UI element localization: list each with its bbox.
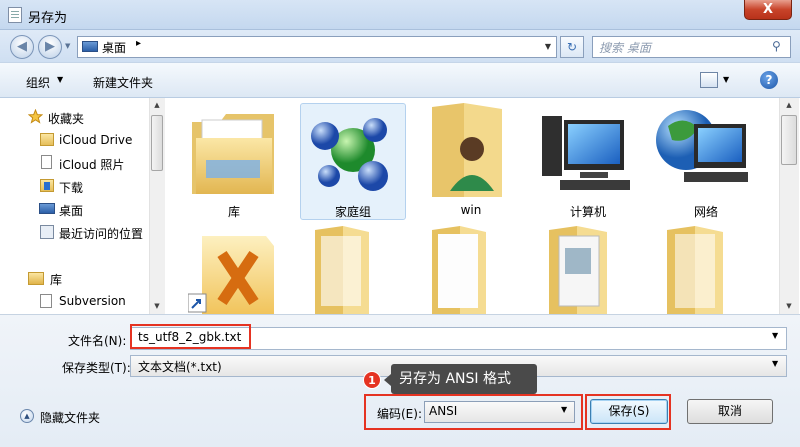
close-button[interactable]: X bbox=[744, 0, 792, 20]
change-view-icon[interactable] bbox=[700, 72, 718, 88]
tile-label: win bbox=[460, 203, 482, 217]
sidebar-item-recent-places[interactable]: 最近访问的位置 bbox=[59, 225, 143, 242]
library-folder-icon[interactable] bbox=[190, 108, 276, 196]
tile-label: 计算机 bbox=[569, 205, 606, 219]
notepad-icon bbox=[8, 7, 22, 23]
sidebar-item-downloads[interactable]: 下载 bbox=[59, 179, 83, 196]
desktop-icon bbox=[39, 203, 55, 214]
window-title: 另存为 bbox=[28, 11, 68, 26]
folder-icon bbox=[40, 133, 54, 146]
filetype-dropdown-icon[interactable]: ▼ bbox=[772, 359, 778, 368]
download-arrow-icon bbox=[44, 182, 50, 190]
annotation-number-badge: 1 bbox=[363, 371, 381, 389]
chevron-down-icon[interactable]: ▼ bbox=[57, 75, 63, 84]
tile-label: 库 bbox=[227, 205, 240, 219]
encoding-dropdown-icon[interactable]: ▼ bbox=[561, 405, 567, 414]
homegroup-icon[interactable] bbox=[305, 110, 395, 195]
folder-icon[interactable] bbox=[430, 226, 488, 314]
refresh-icon: ↻ bbox=[566, 40, 578, 54]
subversion-icon bbox=[40, 294, 52, 308]
new-folder-button[interactable]: 新建文件夹 bbox=[93, 74, 153, 91]
address-breadcrumb-desktop[interactable]: 桌面 bbox=[102, 39, 126, 56]
scroll-up-icon[interactable]: ▲ bbox=[781, 101, 797, 109]
sidebar-item-desktop[interactable]: 桌面 bbox=[59, 202, 83, 219]
scroll-down-icon[interactable]: ▼ bbox=[149, 302, 165, 310]
back-arrow-icon: ◀ bbox=[17, 39, 27, 54]
scroll-down-icon[interactable]: ▼ bbox=[781, 302, 797, 310]
filename-dropdown-icon[interactable]: ▼ bbox=[772, 331, 778, 340]
document-icon bbox=[41, 155, 52, 169]
library-icon bbox=[28, 272, 44, 285]
sidebar-item-favorites[interactable]: 收藏夹 bbox=[48, 110, 84, 127]
recent-pages-dropdown[interactable]: ▼ bbox=[65, 42, 70, 50]
filename-label: 文件名(N): bbox=[68, 334, 127, 348]
sidebar-item-icloud-photos[interactable]: iCloud 照片 bbox=[59, 156, 124, 173]
address-bar[interactable] bbox=[77, 36, 557, 58]
user-folder-icon[interactable] bbox=[428, 103, 508, 198]
help-icon[interactable]: ? bbox=[760, 71, 778, 89]
back-button[interactable]: ◀ bbox=[10, 35, 34, 59]
filename-highlight-box bbox=[130, 324, 251, 349]
tile-label: 网络 bbox=[693, 205, 718, 219]
forward-arrow-icon: ▶ bbox=[45, 39, 55, 54]
network-icon[interactable] bbox=[654, 104, 749, 196]
title-bar bbox=[0, 0, 800, 30]
forward-button[interactable]: ▶ bbox=[38, 35, 62, 59]
filetype-label: 保存类型(T): bbox=[62, 361, 131, 375]
search-icon[interactable]: ⚲ bbox=[772, 39, 786, 53]
refresh-button[interactable]: ↻ bbox=[560, 36, 584, 58]
folder-icon[interactable] bbox=[313, 226, 371, 314]
sidebar-item-libraries[interactable]: 库 bbox=[50, 271, 62, 288]
cancel-button[interactable]: 取消 bbox=[687, 399, 773, 424]
scroll-up-icon[interactable]: ▲ bbox=[149, 101, 165, 109]
computer-icon[interactable] bbox=[540, 112, 632, 197]
content-scrollbar-thumb[interactable] bbox=[781, 115, 797, 165]
encoding-value[interactable]: ANSI bbox=[429, 404, 457, 418]
xmind-shortcut-icon[interactable] bbox=[188, 232, 278, 314]
sidebar-item-subversion[interactable]: Subversion bbox=[59, 294, 126, 308]
search-placeholder: 搜索 桌面 bbox=[599, 41, 651, 55]
desktop-icon bbox=[82, 41, 98, 52]
collapse-icon[interactable]: ▲ bbox=[20, 409, 34, 423]
sidebar-scrollbar-thumb[interactable] bbox=[151, 115, 163, 171]
view-options-dropdown-icon[interactable]: ▼ bbox=[723, 75, 729, 84]
sidebar-item-icloud-drive[interactable]: iCloud Drive bbox=[59, 133, 132, 147]
tile-label: 家庭组 bbox=[334, 205, 371, 219]
hide-folders-toggle[interactable]: 隐藏文件夹 bbox=[40, 409, 100, 426]
folder-icon[interactable] bbox=[665, 226, 725, 314]
callout-pointer bbox=[384, 374, 391, 386]
filetype-value[interactable]: 文本文档(*.txt) bbox=[138, 358, 222, 375]
recent-places-icon bbox=[40, 225, 54, 239]
breadcrumb-chevron-icon[interactable]: ▸ bbox=[136, 38, 141, 49]
organize-button[interactable]: 组织 bbox=[26, 74, 50, 91]
folder-icon[interactable] bbox=[547, 226, 609, 314]
star-icon bbox=[28, 109, 43, 124]
encoding-label: 编码(E): bbox=[377, 407, 422, 421]
annotation-callout: 另存为 ANSI 格式 bbox=[391, 364, 537, 394]
save-button[interactable]: 保存(S) bbox=[590, 399, 668, 424]
address-dropdown-icon[interactable]: ▼ bbox=[540, 37, 556, 57]
